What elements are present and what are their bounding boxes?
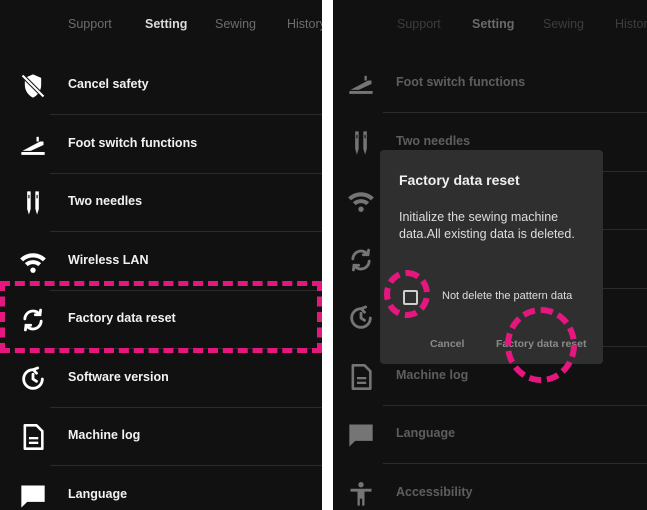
menu-item-label: Foot switch functions: [68, 135, 198, 150]
menu-item[interactable]: Language: [0, 467, 322, 510]
tab-bar: Support Setting Sewing History: [0, 0, 322, 48]
tab-sewing[interactable]: Sewing: [215, 17, 256, 31]
menu-item-label: Machine log: [68, 428, 141, 442]
menu-item[interactable]: Foot switch functions: [0, 116, 322, 174]
menu-item[interactable]: Software version: [0, 350, 322, 408]
menu-item[interactable]: Language: [333, 406, 647, 464]
tab-bar: Support Setting Sewing History: [333, 0, 647, 48]
menu-item-label: Accessibility: [396, 484, 473, 499]
software-version-icon: [18, 364, 48, 394]
menu-item-label: Foot switch functions: [396, 75, 526, 89]
accessibility-icon: [346, 479, 376, 509]
dialog-title: Factory data reset: [399, 172, 520, 188]
settings-screen-dialog: Support Setting Sewing History Foot swit…: [333, 0, 647, 510]
cancel-button[interactable]: Cancel: [430, 338, 464, 350]
highlight-circle-confirm: [505, 307, 577, 383]
menu-item[interactable]: Cancel safety: [0, 57, 322, 115]
menu-item[interactable]: Two needles: [0, 174, 322, 232]
menu-item-label: Cancel safety: [68, 77, 149, 91]
checkbox-label: Not delete the pattern data: [442, 290, 573, 302]
two-needles-icon: [346, 128, 376, 158]
foot-switch-icon: [346, 69, 376, 99]
highlight-box-factory-reset: [0, 281, 322, 353]
chat-bubble-icon: [18, 481, 48, 510]
wifi-icon: [346, 186, 376, 216]
tab-support[interactable]: Support: [397, 17, 441, 31]
dialog-message: Initialize the sewing machine data.All e…: [399, 210, 575, 241]
menu-item[interactable]: Accessibility: [333, 465, 647, 510]
document-icon: [346, 362, 376, 392]
wifi-icon: [18, 247, 48, 277]
menu-item[interactable]: Foot switch functions: [333, 55, 647, 113]
tab-sewing[interactable]: Sewing: [543, 17, 584, 31]
menu-item[interactable]: Machine log: [0, 408, 322, 466]
tab-support[interactable]: Support: [68, 17, 112, 31]
shield-off-icon: [18, 71, 48, 101]
tab-history[interactable]: History: [615, 17, 647, 31]
settings-screen: Support Setting Sewing History Cancel sa…: [0, 0, 322, 510]
menu-item-label: Two needles: [68, 194, 143, 208]
software-version-icon: [346, 303, 376, 333]
menu-item-label: Language: [396, 426, 456, 440]
menu-item-label: Language: [68, 486, 128, 501]
tab-setting[interactable]: Setting: [145, 17, 187, 31]
tab-setting[interactable]: Setting: [472, 17, 514, 31]
highlight-circle-checkbox: [384, 270, 430, 318]
menu-item-label: Software version: [68, 369, 169, 384]
tab-history[interactable]: History: [287, 17, 322, 31]
document-icon: [18, 422, 48, 452]
two-needles-icon: [18, 188, 48, 218]
menu-item-label: Machine log: [396, 367, 469, 382]
reset-arrows-icon: [346, 245, 376, 275]
menu-item-label: Wireless LAN: [68, 252, 149, 267]
foot-switch-icon: [18, 130, 48, 160]
chat-bubble-icon: [346, 420, 376, 450]
menu-item-label: Two needles: [396, 133, 471, 148]
